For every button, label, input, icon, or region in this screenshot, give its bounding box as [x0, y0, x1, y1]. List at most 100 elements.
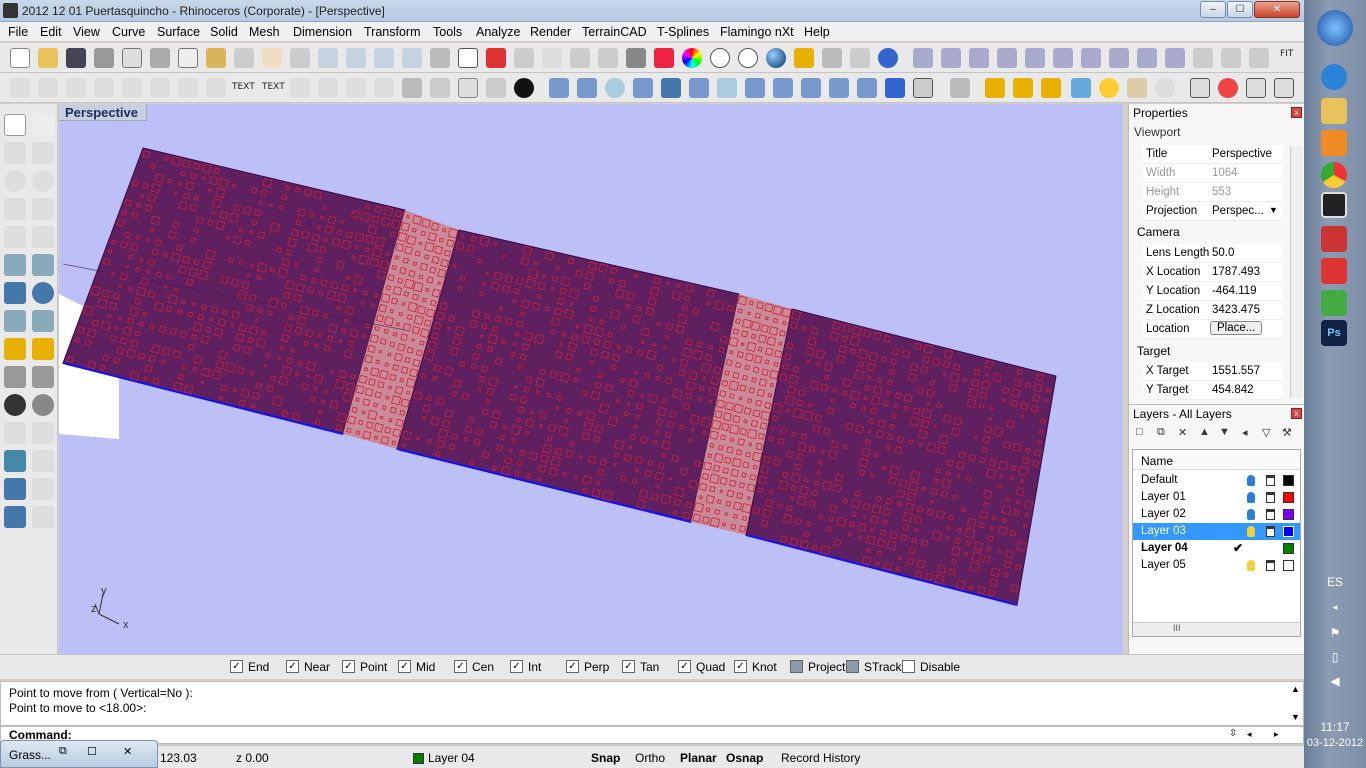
maximize-button[interactable]: ☐: [1227, 1, 1253, 18]
material-icon[interactable]: [654, 48, 674, 68]
wireframe-icon[interactable]: [514, 48, 534, 68]
tspline-3-icon[interactable]: [969, 48, 989, 68]
tspline-2-icon[interactable]: [941, 48, 961, 68]
array-tool-icon[interactable]: [4, 478, 26, 500]
text-tool-2[interactable]: TEXT: [262, 82, 285, 92]
pen-tool-icon[interactable]: [1321, 258, 1347, 284]
ts-cylinder-icon[interactable]: [661, 78, 681, 98]
prop-value[interactable]: Perspective: [1212, 148, 1272, 160]
prop-value[interactable]: 50.0: [1212, 247, 1234, 259]
options-gear-icon[interactable]: [822, 48, 842, 68]
surface-tool-icon[interactable]: [4, 254, 26, 276]
scroll-left-icon[interactable]: ◂: [1247, 729, 1252, 740]
extrude-tool-icon[interactable]: [32, 254, 54, 276]
new-layer-icon[interactable]: □: [1136, 426, 1143, 438]
bulb-on-icon[interactable]: [1247, 560, 1255, 571]
cylinder-tool-icon[interactable]: [4, 310, 26, 332]
text-tool-icon[interactable]: [4, 450, 26, 472]
viewport-scene[interactable]: y z x: [59, 104, 1123, 654]
menu-analyze[interactable]: Analyze: [476, 25, 520, 39]
ts-sphere-icon[interactable]: [605, 78, 625, 98]
checkbox-checked-icon[interactable]: ✓: [398, 660, 411, 673]
layer-row-04-current[interactable]: Layer 04 ✔: [1133, 540, 1300, 557]
circle-tool-icon[interactable]: [4, 170, 26, 192]
viewport-title[interactable]: Perspective: [59, 104, 147, 121]
checkbox-unchecked-icon[interactable]: [790, 660, 803, 673]
tray-expand-icon[interactable]: ◂: [1304, 602, 1366, 613]
zoom-window-icon[interactable]: [346, 48, 366, 68]
clock-date[interactable]: 03-12-2012: [1304, 737, 1366, 749]
make2d-icon[interactable]: [430, 78, 450, 98]
record-history-toggle[interactable]: Record History: [781, 751, 860, 765]
explorer-icon[interactable]: [1321, 98, 1347, 124]
acrobat-icon[interactable]: [1321, 226, 1347, 252]
menu-tools[interactable]: Tools: [433, 25, 462, 39]
filter-icon[interactable]: ▽: [1262, 426, 1270, 439]
layer-color-swatch[interactable]: [1283, 543, 1294, 554]
help-icon[interactable]: [878, 48, 898, 68]
ortho-toggle[interactable]: Ortho: [635, 751, 665, 765]
grid-icon[interactable]: [486, 78, 506, 98]
bulb-icon[interactable]: [598, 48, 618, 68]
tspline-8-icon[interactable]: [1109, 48, 1129, 68]
snap-toggle[interactable]: Snap: [591, 751, 620, 765]
menu-file[interactable]: File: [8, 25, 28, 39]
light-icon[interactable]: [794, 48, 814, 68]
layer-row-03[interactable]: Layer 03: [1133, 523, 1300, 540]
chevron-down-icon[interactable]: ▼: [1269, 205, 1278, 215]
point-tool-icon[interactable]: [32, 114, 54, 136]
curve-icon[interactable]: [38, 78, 58, 98]
tspline-7-icon[interactable]: [1081, 48, 1101, 68]
mesh-tool-icon[interactable]: [32, 310, 54, 332]
zoom-extents-icon[interactable]: [374, 48, 394, 68]
ts-plane-icon[interactable]: [577, 78, 597, 98]
tag-1-icon[interactable]: [985, 78, 1005, 98]
layer-color-swatch[interactable]: [1283, 560, 1294, 571]
prop-value[interactable]: 3423.475: [1212, 304, 1260, 316]
prop-xtarget-row[interactable]: X Target 1551.557: [1143, 362, 1283, 381]
solid-tool-icon[interactable]: [4, 506, 26, 528]
checkbox-checked-icon[interactable]: ✓: [286, 660, 299, 673]
transform-tool-icon[interactable]: [4, 338, 26, 360]
copy-icon[interactable]: [178, 48, 198, 68]
split-tool-icon[interactable]: [32, 366, 54, 388]
menu-dimension[interactable]: Dimension: [293, 25, 352, 39]
rotate-view-icon[interactable]: [430, 48, 450, 68]
ts-crease-icon[interactable]: [801, 78, 821, 98]
tools-icon[interactable]: [850, 48, 870, 68]
prop-value[interactable]: 1787.493: [1212, 266, 1260, 278]
unlock-icon[interactable]: [1266, 475, 1275, 486]
dimension-icon[interactable]: [290, 78, 310, 98]
checkbox-checked-icon[interactable]: ✓: [566, 660, 579, 673]
checkbox-unchecked-icon[interactable]: [846, 660, 859, 673]
menu-help[interactable]: Help: [804, 25, 830, 39]
sphere-wire-icon[interactable]: [710, 48, 730, 68]
ts-torus-icon[interactable]: [689, 78, 709, 98]
terrain-icon[interactable]: [950, 78, 970, 98]
tspline-12-icon[interactable]: [1221, 48, 1241, 68]
point-icon[interactable]: [542, 48, 562, 68]
layer-row-default[interactable]: Default: [1133, 472, 1300, 489]
layers-hscrollbar[interactable]: III: [1133, 622, 1300, 636]
bulb-on-icon[interactable]: [1247, 509, 1255, 520]
photoshop-icon[interactable]: Ps: [1321, 320, 1347, 346]
layer-color-swatch[interactable]: [1283, 509, 1294, 520]
prop-lens-row[interactable]: Lens Length 50.0: [1143, 244, 1283, 263]
scroll-up-icon[interactable]: ▲: [1291, 684, 1300, 694]
lock-icon[interactable]: [626, 48, 646, 68]
zoom-icon[interactable]: [318, 48, 338, 68]
select-icon[interactable]: [570, 48, 590, 68]
close-button[interactable]: ✕: [1254, 1, 1300, 18]
tspline-9-icon[interactable]: [1137, 48, 1157, 68]
checkbox-checked-icon[interactable]: ✓: [734, 660, 747, 673]
prop-ytarget-row[interactable]: Y Target 454.842: [1143, 381, 1283, 400]
prop-location-row[interactable]: Location Place...: [1143, 320, 1283, 339]
ts-append-icon[interactable]: [885, 78, 905, 98]
ie-icon[interactable]: [1321, 64, 1347, 90]
sun-icon[interactable]: [1099, 78, 1119, 98]
unlock-icon[interactable]: [1266, 560, 1275, 571]
ts-box-icon[interactable]: [549, 78, 569, 98]
leader-icon[interactable]: [318, 78, 338, 98]
bulb-on-icon[interactable]: [1247, 526, 1255, 537]
dimension-tool-icon[interactable]: [32, 478, 54, 500]
